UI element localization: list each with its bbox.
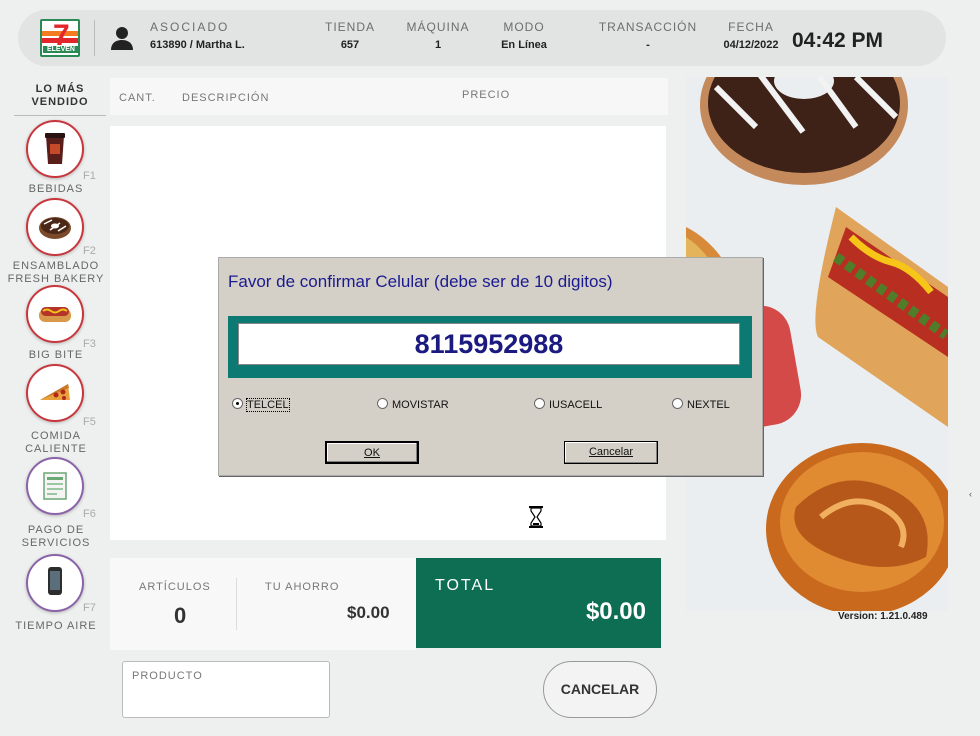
hourglass-icon [529, 506, 543, 528]
dialog-title: Favor de confirmar Celular (debe ser de … [228, 272, 613, 291]
carrier-option-movistar[interactable]: MOVISTAR [377, 398, 449, 411]
savings-label: TU AHORRO [265, 581, 340, 593]
carrier-option-telcel[interactable]: TELCEL [232, 398, 290, 412]
clock-time: 04:42 PM [792, 29, 884, 52]
carrier-option-iusacell[interactable]: IUSACELL [534, 398, 602, 411]
shortcut-key-label: F7 [83, 602, 96, 614]
phone-number-field[interactable]: 8115952988 [238, 323, 740, 365]
items-table-header: CANT. DESCRIPCIÓN PRECIO [110, 78, 668, 115]
product-input-label: PRODUCTO [132, 670, 203, 682]
items-count-value: 0 [174, 603, 187, 628]
drink-cup-icon [45, 133, 65, 164]
donut-icon [39, 217, 71, 239]
radio-icon [672, 398, 683, 409]
category-label: ENSAMBLADO FRESH BAKERY [7, 260, 105, 285]
category-circle[interactable] [26, 120, 84, 178]
carrier-label: MOVISTAR [392, 399, 449, 411]
mobile-phone-icon [48, 567, 62, 595]
user-icon [111, 27, 133, 50]
radio-selected-icon [232, 398, 243, 409]
category-circle[interactable] [26, 285, 84, 343]
category-circle[interactable] [26, 554, 84, 612]
category-label: TIEMPO AIRE [15, 620, 97, 632]
edge-marker: ‹ [969, 489, 972, 499]
sidebar-title: LO MÁS VENDIDO [14, 83, 106, 116]
total-label: TOTAL [435, 577, 496, 594]
transaction-field: TRANSACCIÓN - [598, 20, 698, 51]
dialog-cancel-button[interactable]: Cancelar [564, 441, 658, 464]
pizza-slice-icon [40, 384, 70, 400]
total-panel: TOTAL $0.00 [416, 558, 661, 648]
category-circle[interactable] [26, 457, 84, 515]
shortcut-key-label: F5 [83, 416, 96, 428]
category-circle[interactable] [26, 364, 84, 422]
shortcut-key-label: F1 [83, 170, 96, 182]
carrier-label: IUSACELL [549, 399, 603, 411]
order-summary: ARTÍCULOS 0 TU AHORRO $0.00 [110, 558, 416, 650]
version-label: Version: 1.21.0.489 [838, 611, 928, 622]
phone-number-frame: 8115952988 [228, 316, 752, 378]
carrier-label: NEXTEL [687, 399, 730, 411]
date-field: FECHA 04/12/2022 [723, 20, 779, 51]
store-field: TIENDA 657 [324, 20, 375, 51]
shortcut-key-label: F6 [83, 508, 96, 520]
receipt-icon [43, 472, 67, 500]
carrier-label: TELCEL [246, 398, 290, 412]
seven-eleven-logo: 7 ELEVEN [40, 19, 80, 57]
column-description: DESCRIPCIÓN [182, 92, 270, 104]
shortcut-key-label: F2 [83, 245, 96, 257]
items-count-label: ARTÍCULOS [139, 581, 211, 593]
column-qty: CANT. [119, 92, 156, 104]
header-bar: 7 ELEVEN ASOCIADO 613890 / Martha L. TIE… [18, 10, 946, 66]
savings-value: $0.00 [347, 603, 390, 622]
radio-icon [377, 398, 388, 409]
category-circle[interactable] [26, 198, 84, 256]
ok-button[interactable]: OK [325, 441, 419, 464]
mode-field: MODO En Línea [501, 20, 547, 51]
category-label: PAGO DE SERVICIOS [21, 524, 91, 549]
confirm-phone-dialog: Favor de confirmar Celular (debe ser de … [218, 257, 763, 476]
category-label: BEBIDAS [28, 183, 84, 195]
cancel-sale-button[interactable]: CANCELAR [543, 661, 657, 718]
column-price: PRECIO [462, 89, 511, 101]
carrier-option-nextel[interactable]: NEXTEL [672, 398, 730, 411]
associate-field: ASOCIADO 613890 / Martha L. [150, 20, 245, 51]
machine-field: MÁQUINA 1 [406, 20, 470, 51]
category-label: COMIDA CALIENTE [25, 430, 87, 455]
product-input[interactable]: PRODUCTO [122, 661, 330, 718]
hotdog-icon [39, 307, 71, 322]
header-divider [94, 20, 95, 56]
summary-divider [236, 578, 237, 630]
category-label: BIG BITE [28, 349, 84, 361]
radio-icon [534, 398, 545, 409]
total-value: $0.00 [585, 598, 646, 625]
